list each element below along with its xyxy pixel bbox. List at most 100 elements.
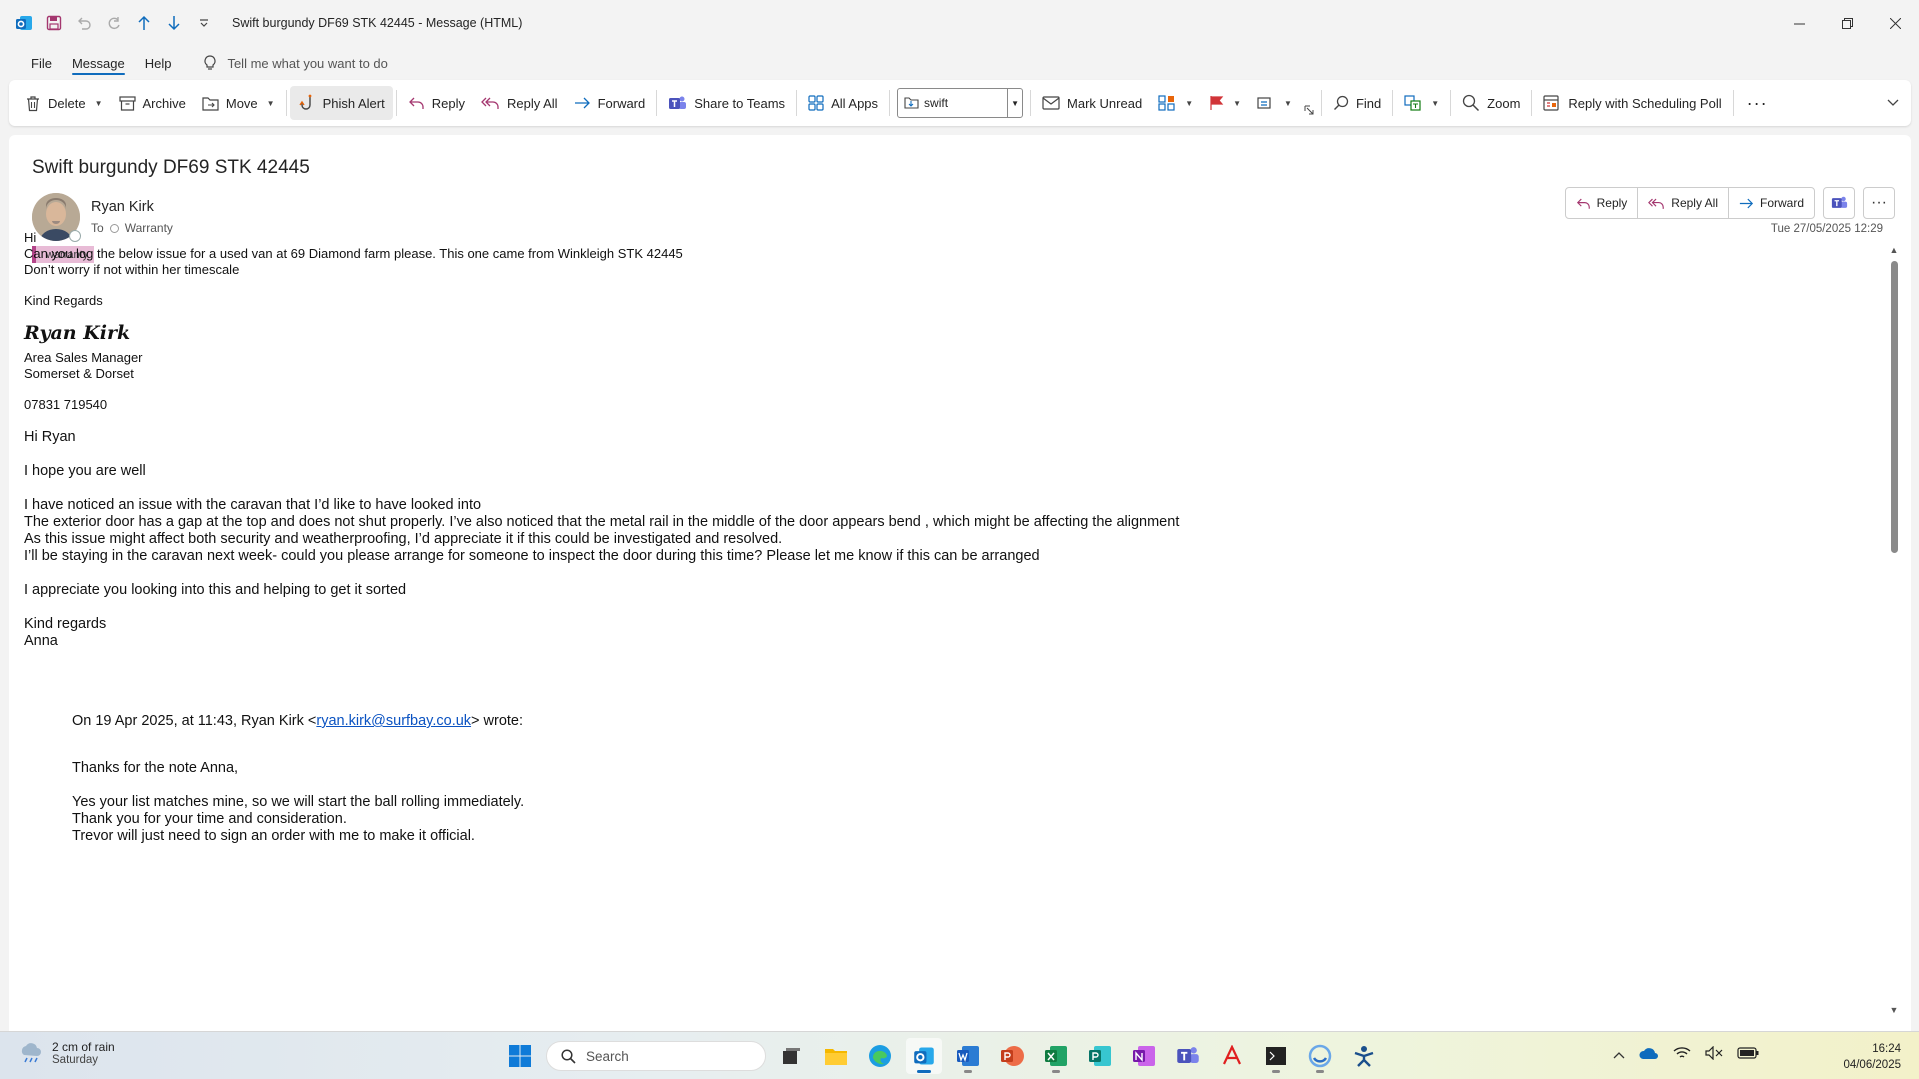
system-clock[interactable]: 16:24 04/06/2025 (1843, 1041, 1901, 1073)
publisher-icon[interactable] (1082, 1038, 1118, 1074)
sync-app-icon[interactable] (1302, 1038, 1338, 1074)
menu-help[interactable]: Help (135, 46, 182, 80)
customize-toolbar-icon[interactable] (194, 13, 214, 33)
menu-message[interactable]: Message (62, 46, 135, 80)
running-indicator (964, 1070, 972, 1073)
chevron-down-icon[interactable]: ▼ (1233, 99, 1241, 108)
forward-icon (1739, 198, 1754, 208)
taskbar-search-label: Search (586, 1048, 629, 1064)
wifi-icon[interactable] (1673, 1046, 1691, 1063)
reply-button[interactable]: Reply (1566, 188, 1639, 218)
sender-name[interactable]: Ryan Kirk (91, 199, 154, 215)
received-datetime: Tue 27/05/2025 12:29 (1770, 223, 1883, 235)
undo-icon[interactable] (74, 13, 94, 33)
minimize-button[interactable] (1775, 0, 1823, 46)
body-greeting: Hi (24, 230, 37, 245)
forward-label: Forward (1759, 196, 1804, 210)
chevron-down-icon[interactable]: ▼ (1185, 99, 1193, 108)
next-item-icon[interactable] (164, 13, 184, 33)
chevron-down-icon[interactable]: ▼ (95, 99, 103, 108)
ribbon-reply-all-button[interactable]: Reply All (473, 86, 566, 120)
reply-label: Reply (431, 95, 465, 111)
translate-button[interactable]: ▼ (1396, 86, 1447, 120)
sender-email-link[interactable]: ryan.kirk@surfbay.co.uk (316, 713, 471, 729)
teams-icon (1831, 196, 1847, 208)
restore-button[interactable] (1823, 0, 1871, 46)
chevron-down-icon[interactable]: ▼ (1284, 99, 1292, 108)
vertical-scrollbar[interactable]: ▲ ▼ (1889, 245, 1899, 1015)
ribbon-separator (395, 90, 397, 116)
chevron-down-icon[interactable]: ▼ (1007, 89, 1022, 117)
acrobat-icon[interactable] (1214, 1038, 1250, 1074)
follow-up-button[interactable]: ▼ (1201, 86, 1249, 120)
phish-alert-button[interactable]: Phish Alert (289, 86, 393, 120)
onenote-icon[interactable] (1126, 1038, 1162, 1074)
categorize-button[interactable]: ▼ (1150, 86, 1201, 120)
chevron-down-icon[interactable]: ▼ (267, 99, 275, 108)
archive-icon (118, 95, 136, 111)
scheduling-poll-button[interactable]: Reply with Scheduling Poll (1535, 86, 1729, 120)
dialog-launcher-icon[interactable] (1300, 86, 1318, 120)
previous-item-icon[interactable] (134, 13, 154, 33)
teams-share-button[interactable] (1823, 187, 1855, 219)
running-indicator (1316, 1070, 1324, 1073)
folder-search-combo[interactable]: swift ▼ (897, 88, 1024, 118)
move-button[interactable]: Move ▼ (194, 86, 283, 120)
weather-widget[interactable]: 2 cm of rain Saturday (18, 1040, 115, 1066)
ribbon-forward-button[interactable]: Forward (566, 86, 654, 120)
share-to-teams-button[interactable]: Share to Teams (660, 86, 793, 120)
teams-taskbar-icon[interactable] (1170, 1038, 1206, 1074)
onedrive-icon[interactable] (1639, 1047, 1659, 1063)
find-button[interactable]: Find (1325, 86, 1389, 120)
word-icon[interactable] (950, 1038, 986, 1074)
search-icon (561, 1048, 576, 1064)
powerpoint-icon[interactable] (994, 1038, 1030, 1074)
ribbon-separator (1732, 90, 1734, 116)
more-options-icon[interactable]: ··· (1737, 86, 1778, 120)
reply-all-button[interactable]: Reply All (1638, 188, 1729, 218)
battery-icon[interactable] (1737, 1047, 1759, 1062)
archive-button[interactable]: Archive (111, 86, 194, 120)
body-regards: Kind Regards (24, 293, 103, 308)
reply-all-icon (481, 97, 499, 109)
fishhook-icon (298, 94, 311, 110)
save-icon[interactable] (44, 13, 64, 33)
quoted-paragraph: The exterior door has a gap at the top a… (24, 514, 1180, 530)
terminal-app-icon[interactable] (1258, 1038, 1294, 1074)
all-apps-button[interactable]: All Apps (800, 86, 886, 120)
response-button-group: Reply Reply All Forward (1564, 187, 1815, 219)
forward-button[interactable]: Forward (1729, 188, 1814, 218)
outlook-taskbar-icon[interactable] (906, 1038, 942, 1074)
edge-browser-icon[interactable] (862, 1038, 898, 1074)
show-hidden-icons-icon[interactable] (1613, 1047, 1625, 1062)
start-button[interactable] (502, 1038, 538, 1074)
search-icon (1333, 95, 1349, 110)
quoted-regards: Kind regards (24, 616, 107, 632)
delete-button[interactable]: Delete ▼ (17, 86, 111, 120)
chevron-down-icon[interactable]: ▼ (1431, 99, 1439, 108)
redo-icon[interactable] (104, 13, 124, 33)
ribbon-separator (1392, 90, 1394, 116)
volume-muted-icon[interactable] (1705, 1045, 1723, 1063)
more-actions-button[interactable]: ··· (1863, 187, 1895, 219)
mark-unread-button[interactable]: Mark Unread (1034, 86, 1150, 120)
menu-file[interactable]: File (21, 46, 62, 80)
quoted-paragraph: I’ll be staying in the caravan next week… (24, 548, 1040, 564)
recipient-name[interactable]: Warranty (125, 221, 173, 235)
expand-ribbon-icon[interactable] (1879, 86, 1907, 120)
clock-date: 04/06/2025 (1843, 1059, 1901, 1071)
ribbon-separator (889, 90, 891, 116)
scroll-up-icon[interactable]: ▲ (1889, 245, 1899, 255)
taskbar-search[interactable]: Search (546, 1041, 766, 1071)
zoom-button[interactable]: Zoom (1454, 86, 1528, 120)
file-explorer-icon[interactable] (818, 1038, 854, 1074)
ribbon-reply-button[interactable]: Reply (400, 86, 473, 120)
scrollbar-thumb[interactable] (1891, 261, 1898, 553)
excel-icon[interactable] (1038, 1038, 1074, 1074)
figure-app-icon[interactable] (1346, 1038, 1382, 1074)
tell-me-search[interactable]: Tell me what you want to do (203, 55, 388, 71)
close-button[interactable] (1871, 0, 1919, 46)
scroll-down-icon[interactable]: ▼ (1889, 1005, 1899, 1015)
quick-steps-button[interactable]: ▼ (1249, 86, 1300, 120)
task-view-icon[interactable] (774, 1038, 810, 1074)
